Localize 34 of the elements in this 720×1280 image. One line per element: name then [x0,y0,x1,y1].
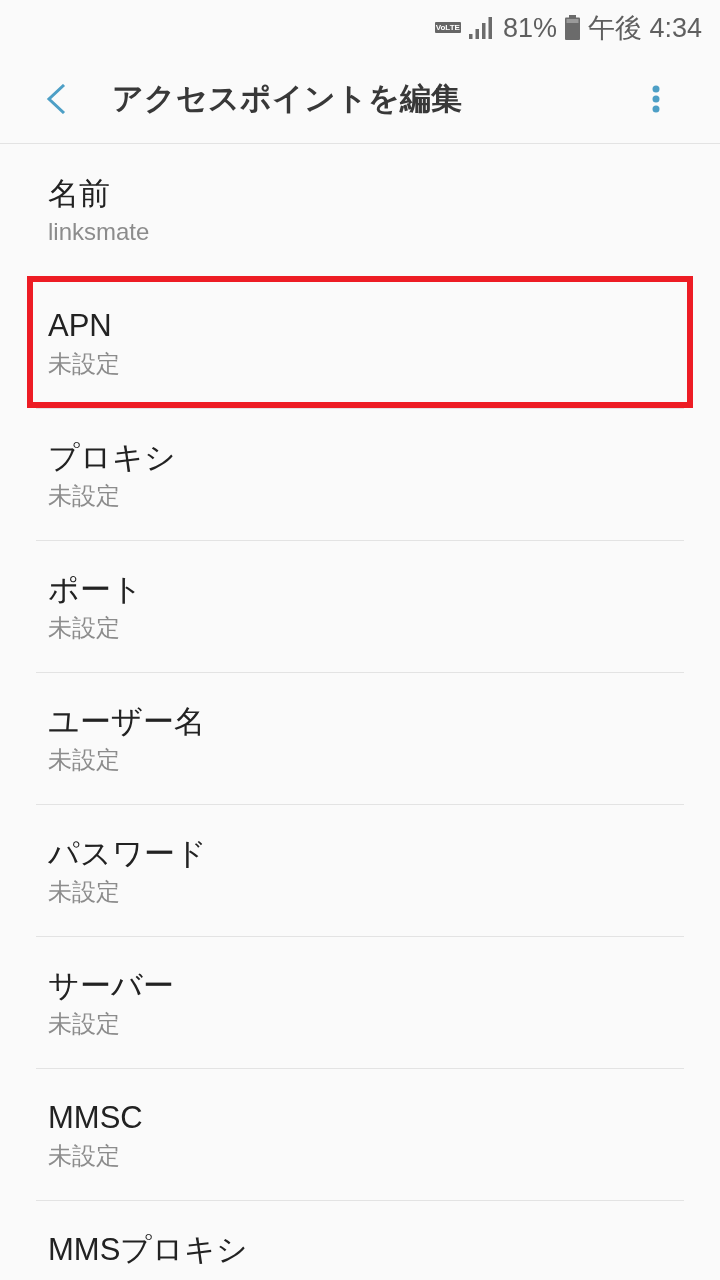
list-row[interactable]: MMSプロキシ [27,1200,693,1280]
field-value: 未設定 [48,877,120,907]
list-row[interactable]: ユーザー名 未設定 [27,672,693,804]
back-chevron-icon [46,84,66,114]
field-label: パスワード [48,835,207,873]
volte-badge: VoLTE [434,22,461,33]
battery-icon [564,15,580,40]
field-label: サーバー [48,967,174,1005]
field-label: ポート [48,571,143,609]
list-row[interactable]: パスワード 未設定 [27,804,693,936]
list-row[interactable]: プロキシ 未設定 [27,408,693,540]
list-row[interactable]: 名前 linksmate [27,144,693,276]
clock-time: 午後 4:34 [587,11,702,44]
list-row[interactable]: APN 未設定 [27,276,693,408]
battery-percentage: 81% [502,11,557,44]
field-value: 未設定 [48,481,120,511]
toolbar-title: アクセスポイントを編集 [112,80,462,118]
field-label: ユーザー名 [48,703,205,741]
list-row[interactable]: サーバー 未設定 [27,936,693,1068]
field-label: MMSプロキシ [48,1231,249,1269]
field-label: プロキシ [48,439,176,477]
field-label: MMSC [48,1099,143,1137]
field-value: 未設定 [48,349,120,379]
signal-icon [468,16,493,39]
field-value: 未設定 [48,613,120,643]
list-row[interactable]: MMSC 未設定 [27,1068,693,1200]
more-options-icon [652,85,660,113]
field-label: APN [48,307,112,345]
list-row[interactable]: ポート 未設定 [27,540,693,672]
field-value: 未設定 [48,745,120,775]
field-label: 名前 [48,175,110,213]
field-value: linksmate [48,217,150,247]
field-value: 未設定 [48,1009,120,1039]
field-value: 未設定 [48,1141,120,1171]
